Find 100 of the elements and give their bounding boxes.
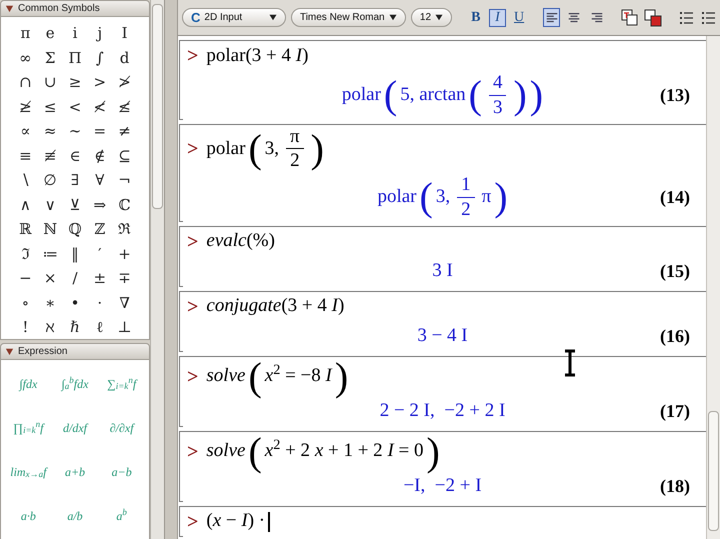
font-dropdown[interactable]: Times New Roman <box>290 8 406 27</box>
palette-header[interactable]: Expression <box>0 343 150 360</box>
symbol-item[interactable]: ∈ <box>62 144 88 168</box>
symbol-item[interactable]: = <box>87 119 112 144</box>
expression-item[interactable]: a$^{b}$ <box>98 500 145 532</box>
symbol-item[interactable]: ∉ <box>87 144 112 168</box>
symbol-item[interactable]: > <box>87 70 112 94</box>
italic-button[interactable]: I <box>489 8 506 26</box>
symbol-item[interactable]: ℚ <box>62 217 88 242</box>
underline-button[interactable]: U <box>510 8 528 26</box>
symbol-item[interactable]: ∘ <box>13 290 38 315</box>
symbol-item[interactable]: < <box>62 94 88 119</box>
symbol-item[interactable]: · <box>87 290 112 315</box>
expression-item[interactable]: lim$_{x→a}$f <box>5 456 52 488</box>
equation-label: (13) <box>660 84 690 107</box>
symbol-item[interactable]: / <box>62 266 88 290</box>
font-size-dropdown[interactable]: 12 <box>410 8 452 27</box>
symbol-item[interactable]: Π <box>62 46 88 70</box>
symbol-item[interactable]: ≥ <box>62 70 88 94</box>
symbol-item[interactable]: ⊆ <box>112 144 137 168</box>
symbol-item[interactable]: ℑ <box>13 242 38 266</box>
symbol-item[interactable]: ∼ <box>62 119 88 144</box>
symbol-item[interactable]: ℤ <box>87 217 112 242</box>
symbol-item[interactable]: ≔ <box>38 242 63 266</box>
expression-item[interactable]: a·b <box>5 500 52 532</box>
symbol-item[interactable]: e <box>38 21 63 46</box>
bold-button[interactable]: B <box>468 8 484 26</box>
symbol-item[interactable]: ≈ <box>38 119 63 144</box>
text-cursor-icon <box>563 349 577 377</box>
symbol-item[interactable]: ∀ <box>87 168 112 192</box>
symbol-item[interactable]: ∧ <box>13 192 38 217</box>
expression-item[interactable]: a−b <box>98 456 145 488</box>
symbol-item[interactable]: ∖ <box>13 168 38 192</box>
math-paren: ) <box>494 177 508 218</box>
scrollbar-thumb[interactable] <box>152 4 163 209</box>
symbol-item[interactable]: ≰ <box>112 94 137 119</box>
symbol-item[interactable]: ⇒ <box>87 192 112 217</box>
symbol-item[interactable]: ℓ <box>87 315 112 340</box>
symbol-item[interactable]: Σ <box>38 46 63 70</box>
scrollbar-thumb[interactable] <box>708 411 719 531</box>
symbol-item[interactable]: ≮ <box>87 94 112 119</box>
symbol-item[interactable]: ∞ <box>13 46 38 70</box>
symbol-item[interactable]: ℜ <box>112 217 137 242</box>
symbol-item[interactable]: ≠ <box>112 119 137 144</box>
symbol-item[interactable]: ± <box>87 266 112 290</box>
symbol-item[interactable]: ‖ <box>62 242 88 266</box>
expression-item[interactable]: a+b <box>52 456 98 488</box>
symbol-item[interactable]: ⊥ <box>112 315 137 340</box>
symbol-item[interactable]: I <box>112 21 137 46</box>
symbol-item[interactable]: ∫ <box>87 46 112 70</box>
highlight-color-button[interactable] <box>644 8 663 27</box>
symbol-item[interactable]: • <box>62 290 88 315</box>
expression-item[interactable]: ∏$_{i=k}$$^{n}$f <box>5 412 52 444</box>
symbol-item[interactable]: ∃ <box>62 168 88 192</box>
symbol-item[interactable]: ∇ <box>112 290 137 315</box>
symbol-item[interactable]: ∝ <box>13 119 38 144</box>
symbol-item[interactable]: ∪ <box>38 70 63 94</box>
symbol-item[interactable]: ′ <box>87 242 112 266</box>
expression-item[interactable]: d/dxf <box>52 412 98 444</box>
math-paren: ) <box>513 75 527 116</box>
symbol-item[interactable]: ⊻ <box>62 192 88 217</box>
symbol-item[interactable]: ≱ <box>13 94 38 119</box>
expression-item[interactable]: ∂/∂xf <box>98 412 145 444</box>
align-left-button[interactable] <box>542 8 560 27</box>
symbol-item[interactable]: ¬ <box>112 168 137 192</box>
symbol-item[interactable]: ≡ <box>13 144 38 168</box>
symbol-item[interactable]: ∅ <box>38 168 63 192</box>
math-text: 2 − 2 I, −2 + 2 I <box>380 399 506 424</box>
math-text: polar <box>377 185 417 209</box>
palette-header[interactable]: Common Symbols <box>0 0 150 17</box>
symbol-item[interactable]: × <box>38 266 63 290</box>
symbol-item[interactable]: ℵ <box>38 315 63 340</box>
symbol-item[interactable]: − <box>13 266 38 290</box>
expression-item[interactable]: ∫fdx <box>5 368 52 400</box>
symbol-item[interactable]: ≤ <box>38 94 63 119</box>
text-color-button[interactable] <box>620 8 640 27</box>
expression-item[interactable]: ∫$_{a}$$^{b}$fdx <box>52 368 98 400</box>
math-text: 3 I <box>432 259 453 284</box>
symbol-item[interactable]: d <box>112 46 137 70</box>
symbol-item[interactable]: ≢ <box>38 144 63 168</box>
symbol-item[interactable]: ℝ <box>13 217 38 242</box>
symbol-item[interactable]: ℕ <box>38 217 63 242</box>
symbol-item[interactable]: j <box>87 21 112 46</box>
expression-item[interactable]: ∑$_{i=k}$$^{n}$f <box>98 368 145 400</box>
symbol-item[interactable]: ∓ <box>112 266 137 290</box>
symbol-item[interactable]: i <box>62 21 88 46</box>
symbol-item[interactable]: π <box>13 21 38 46</box>
equation-label: (18) <box>660 475 690 498</box>
symbol-item[interactable]: ∩ <box>13 70 38 94</box>
symbol-item[interactable]: ∗ <box>38 290 63 315</box>
symbol-item[interactable]: + <box>112 242 137 266</box>
expression-item[interactable]: a/b <box>52 500 98 532</box>
prompt-marker: > <box>187 294 198 320</box>
symbol-item[interactable]: ℂ <box>112 192 137 217</box>
symbol-item[interactable]: ℏ <box>62 315 88 340</box>
symbol-item[interactable]: ! <box>13 315 38 340</box>
input-mode-dropdown[interactable]: C 2D Input <box>182 8 286 27</box>
equation-label: (17) <box>660 400 690 423</box>
symbol-item[interactable]: ≯ <box>112 70 137 94</box>
symbol-item[interactable]: ∨ <box>38 192 63 217</box>
